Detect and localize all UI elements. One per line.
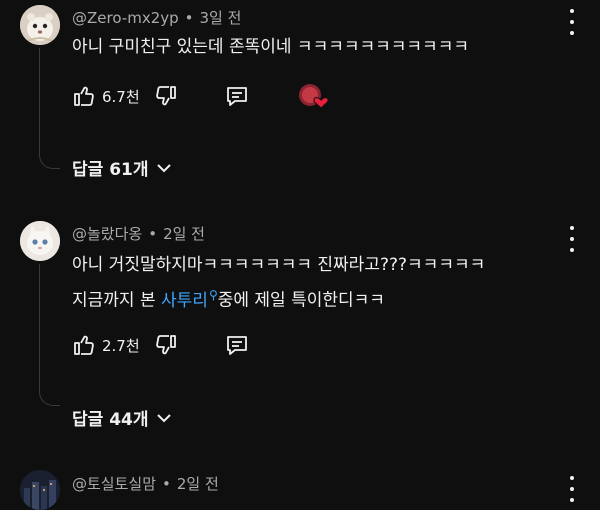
more-button[interactable] <box>562 226 582 252</box>
comment-2: @놀랐다옹 • 2일 전 아니 거짓말하지마ㅋㅋㅋㅋㅋㅋㅋ 진짜라고???ㅋㅋㅋㅋㅋ… <box>0 218 600 430</box>
search-icon: ⚲ <box>208 288 218 302</box>
comment-time[interactable]: 3일 전 <box>200 9 242 27</box>
comment-time[interactable]: 2일 전 <box>177 475 219 493</box>
text-segment: 지금까지 본 <box>72 290 162 311</box>
thread-line <box>39 264 60 406</box>
comment-meta: @토실토실맘 • 2일 전 <box>72 473 219 494</box>
more-vert-icon <box>570 476 574 480</box>
chevron-down-icon <box>156 413 171 422</box>
comment-actions: 6.7천 <box>72 81 330 111</box>
comment-text-line-1: 아니 거짓말하지마ㅋㅋㅋㅋㅋㅋㅋ 진짜라고???ㅋㅋㅋㅋㅋ <box>72 255 486 275</box>
dislike-button[interactable] <box>154 333 178 357</box>
comment-1: @Zero-mx2yp • 3일 전 아니 구미친구 있는데 존똑이네 ㅋㅋㅋㅋㅋㅋ… <box>0 0 600 195</box>
thumb-up-icon <box>74 86 94 106</box>
thumb-up-icon <box>74 335 94 355</box>
reply-button[interactable] <box>224 83 250 109</box>
avatar[interactable] <box>20 5 60 45</box>
avatar-ferret-image <box>20 5 60 45</box>
reply-icon <box>226 336 247 355</box>
dislike-button[interactable] <box>154 84 178 108</box>
meta-separator: • <box>148 225 158 243</box>
reply-icon <box>226 87 247 106</box>
reply-button[interactable] <box>224 332 250 358</box>
avatar-cat-image <box>20 221 60 261</box>
more-button[interactable] <box>562 476 582 502</box>
meta-separator: • <box>184 9 194 27</box>
text-segment: 중에 제일 특이한디ㅋㅋ <box>217 290 385 311</box>
author-handle[interactable]: @Zero-mx2yp <box>72 9 179 27</box>
avatar-night-city-image <box>20 470 60 510</box>
comment-actions: 2.7천 <box>72 330 250 360</box>
comment-3: @토실토실맘 • 2일 전 <box>0 468 600 510</box>
view-replies-button[interactable]: 답글 44개 <box>72 405 173 430</box>
more-button[interactable] <box>562 9 582 35</box>
comment-meta: @놀랐다옹 • 2일 전 <box>72 223 205 244</box>
comment-text-line-2: 지금까지 본 사투리⚲중에 제일 특이한디ㅋㅋ <box>72 280 385 316</box>
search-link[interactable]: 사투리⚲ <box>161 288 218 311</box>
replies-label: 답글 44개 <box>72 410 149 430</box>
thumb-down-icon <box>155 86 176 106</box>
creator-heart-badge[interactable] <box>298 82 330 110</box>
like-count: 2.7천 <box>102 336 140 355</box>
meta-separator: • <box>162 475 171 493</box>
avatar[interactable] <box>20 470 60 510</box>
replies-label: 답글 61개 <box>72 160 149 180</box>
view-replies-button[interactable]: 답글 61개 <box>72 155 173 180</box>
like-button[interactable]: 6.7천 <box>72 84 140 108</box>
search-link-label: 사투리 <box>161 290 208 311</box>
more-vert-icon <box>570 226 574 230</box>
comment-text: 아니 구미친구 있는데 존똑이네 ㅋㅋㅋㅋㅋㅋㅋㅋㅋㅋㅋ <box>72 37 469 57</box>
thumb-down-icon <box>155 335 176 355</box>
avatar[interactable] <box>20 221 60 261</box>
more-vert-icon <box>570 9 574 13</box>
chevron-down-icon <box>156 163 171 172</box>
thread-line <box>39 48 60 169</box>
author-handle[interactable]: @토실토실맘 <box>72 475 156 493</box>
comment-meta: @Zero-mx2yp • 3일 전 <box>72 7 241 28</box>
comment-time[interactable]: 2일 전 <box>163 225 205 243</box>
like-button[interactable]: 2.7천 <box>72 333 140 357</box>
like-count: 6.7천 <box>102 87 140 106</box>
creator-heart-icon <box>298 84 329 109</box>
author-handle[interactable]: @놀랐다옹 <box>72 225 142 243</box>
